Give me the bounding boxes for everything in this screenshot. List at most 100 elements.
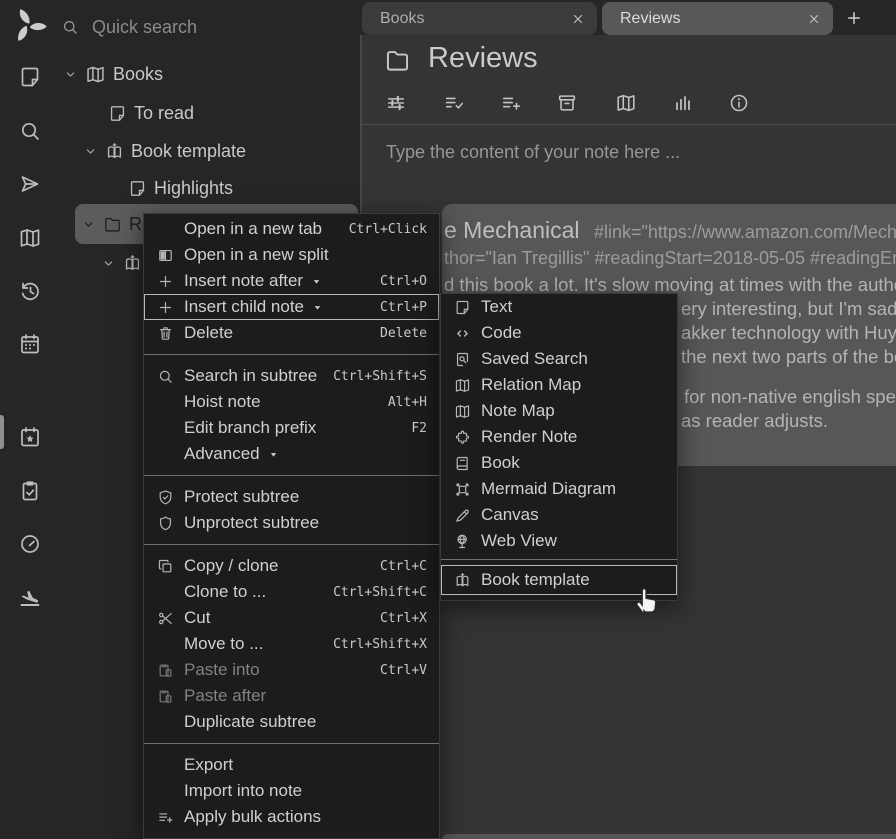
- menu-item-cut[interactable]: Cut Ctrl+X: [144, 605, 439, 631]
- shape-icon: [454, 481, 471, 498]
- menu-item-duplicate-subtree[interactable]: Duplicate subtree: [144, 709, 439, 735]
- bar-chart-icon[interactable]: [672, 92, 694, 114]
- book-card-body-line: as reader adjusts.: [681, 410, 828, 432]
- shield-check-icon: [157, 489, 174, 506]
- tab-books[interactable]: Books: [362, 2, 597, 35]
- close-icon[interactable]: [571, 12, 585, 26]
- book-card-body-line: ery interesting, but I'm sad t: [681, 298, 896, 320]
- menu-item-move-to[interactable]: Move to ... Ctrl+Shift+X: [144, 631, 439, 657]
- jump-to-note-icon[interactable]: [18, 172, 42, 196]
- new-note-icon[interactable]: [18, 65, 42, 89]
- caret-down-icon: [311, 301, 324, 314]
- submenu-item-book[interactable]: Book: [441, 450, 677, 476]
- info-icon[interactable]: [728, 92, 750, 114]
- submenu-item-render-note[interactable]: Render Note: [441, 424, 677, 450]
- menu-item-open-in-new-tab[interactable]: Open in a new tab Ctrl+Click: [144, 216, 439, 242]
- calendar-icon[interactable]: [18, 332, 42, 356]
- tab-reviews[interactable]: Reviews: [602, 2, 833, 35]
- menu-item-hoist-note[interactable]: Hoist note Alt+H: [144, 389, 439, 415]
- close-icon[interactable]: [807, 12, 821, 26]
- tree-item-book-template[interactable]: Book template: [83, 138, 246, 164]
- menu-item-insert-note-after[interactable]: Insert note after Ctrl+O: [144, 268, 439, 294]
- chevron-down-icon[interactable]: [83, 144, 98, 159]
- search-launcher-icon[interactable]: [18, 119, 42, 143]
- menu-item-clone-to[interactable]: Clone to ... Ctrl+Shift+C: [144, 579, 439, 605]
- folder-icon: [103, 215, 122, 234]
- menu-item-export[interactable]: Export: [144, 752, 439, 778]
- submenu-item-mermaid-diagram[interactable]: Mermaid Diagram: [441, 476, 677, 502]
- recent-changes-icon[interactable]: [18, 279, 42, 303]
- submenu-item-code[interactable]: Code: [441, 320, 677, 346]
- tree-item-label: Book template: [131, 141, 246, 162]
- archive-icon[interactable]: [556, 92, 578, 114]
- tree-item-books[interactable]: Books: [63, 61, 163, 87]
- note-icon: [108, 104, 127, 123]
- menu-item-delete[interactable]: Delete Delete: [144, 320, 439, 346]
- tree-item-label: Highlights: [154, 178, 233, 199]
- menu-item-open-in-new-split[interactable]: Open in a new split: [144, 242, 439, 268]
- menu-item-protect-subtree[interactable]: Protect subtree: [144, 484, 439, 510]
- extension-icon: [454, 429, 471, 446]
- caret-down-icon: [310, 275, 323, 288]
- submenu-item-text[interactable]: Text: [441, 294, 677, 320]
- list-check-icon[interactable]: [443, 92, 465, 114]
- book-card-attr: #link="https://www.amazon.com/Mechani: [594, 222, 896, 242]
- editor-placeholder[interactable]: Type the content of your note here ...: [386, 142, 680, 163]
- pen-icon: [454, 507, 471, 524]
- map-icon[interactable]: [615, 92, 637, 114]
- next-book-card-edge: [442, 834, 896, 839]
- chevron-down-icon[interactable]: [81, 217, 96, 232]
- menu-item-paste-into[interactable]: Paste into Ctrl+V: [144, 657, 439, 683]
- menu-separator: [144, 475, 439, 476]
- pane-resize-handle[interactable]: [0, 415, 4, 449]
- trilium-logo-icon: [10, 6, 47, 43]
- note-title[interactable]: Reviews: [428, 42, 538, 75]
- paste-icon: [157, 662, 174, 679]
- plane-landing-icon[interactable]: [18, 585, 42, 609]
- gauge-icon[interactable]: [18, 532, 42, 556]
- trash-icon: [157, 325, 174, 342]
- map-icon: [454, 377, 471, 394]
- clipboard-check-icon[interactable]: [18, 479, 42, 503]
- map-icon: [454, 403, 471, 420]
- submenu-item-web-view[interactable]: Web View: [441, 528, 677, 554]
- sliders-icon[interactable]: [385, 92, 407, 114]
- menu-item-unprotect-subtree[interactable]: Unprotect subtree: [144, 510, 439, 536]
- calendar-star-icon[interactable]: [18, 425, 42, 449]
- submenu-item-book-template[interactable]: Book template: [441, 565, 677, 595]
- scissors-icon: [157, 610, 174, 627]
- menu-item-copy-clone[interactable]: Copy / clone Ctrl+C: [144, 553, 439, 579]
- note-icon: [454, 299, 471, 316]
- book-card-title[interactable]: e Mechanical: [444, 217, 580, 243]
- caret-down-icon: [267, 448, 280, 461]
- book-template-icon: [105, 142, 124, 161]
- book-icon: [454, 455, 471, 472]
- note-map-launcher-icon[interactable]: [18, 226, 42, 250]
- book-card-title-line: e Mechanical #link="https://www.amazon.c…: [444, 217, 896, 244]
- list-plus-icon: [157, 809, 174, 826]
- chevron-down-icon[interactable]: [63, 67, 78, 82]
- menu-item-search-in-subtree[interactable]: Search in subtree Ctrl+Shift+S: [144, 363, 439, 389]
- submenu-item-note-map[interactable]: Note Map: [441, 398, 677, 424]
- ribbon-divider: [362, 124, 896, 125]
- new-tab-icon[interactable]: [845, 9, 863, 27]
- menu-item-apply-bulk-actions[interactable]: Apply bulk actions: [144, 804, 439, 830]
- menu-item-advanced[interactable]: Advanced: [144, 441, 439, 467]
- menu-separator: [144, 544, 439, 545]
- tree-item-to-read[interactable]: To read: [108, 100, 194, 126]
- tree-item-highlights[interactable]: Highlights: [128, 175, 233, 201]
- submenu-item-canvas[interactable]: Canvas: [441, 502, 677, 528]
- menu-item-edit-branch-prefix[interactable]: Edit branch prefix F2: [144, 415, 439, 441]
- note-icon: [128, 179, 147, 198]
- tree-item-child[interactable]: [101, 250, 142, 276]
- menu-item-insert-child-note[interactable]: Insert child note Ctrl+P: [144, 294, 439, 320]
- submenu-item-relation-map[interactable]: Relation Map: [441, 372, 677, 398]
- app-window: Quick search Books To read Book template…: [0, 0, 896, 839]
- chevron-down-icon[interactable]: [101, 256, 116, 271]
- code-icon: [454, 325, 471, 342]
- book-card-body-line: akker technology with Huyg: [681, 322, 896, 344]
- menu-item-paste-after[interactable]: Paste after: [144, 683, 439, 709]
- submenu-item-saved-search[interactable]: Saved Search: [441, 346, 677, 372]
- menu-item-import-into-note[interactable]: Import into note: [144, 778, 439, 804]
- list-plus-icon[interactable]: [500, 92, 522, 114]
